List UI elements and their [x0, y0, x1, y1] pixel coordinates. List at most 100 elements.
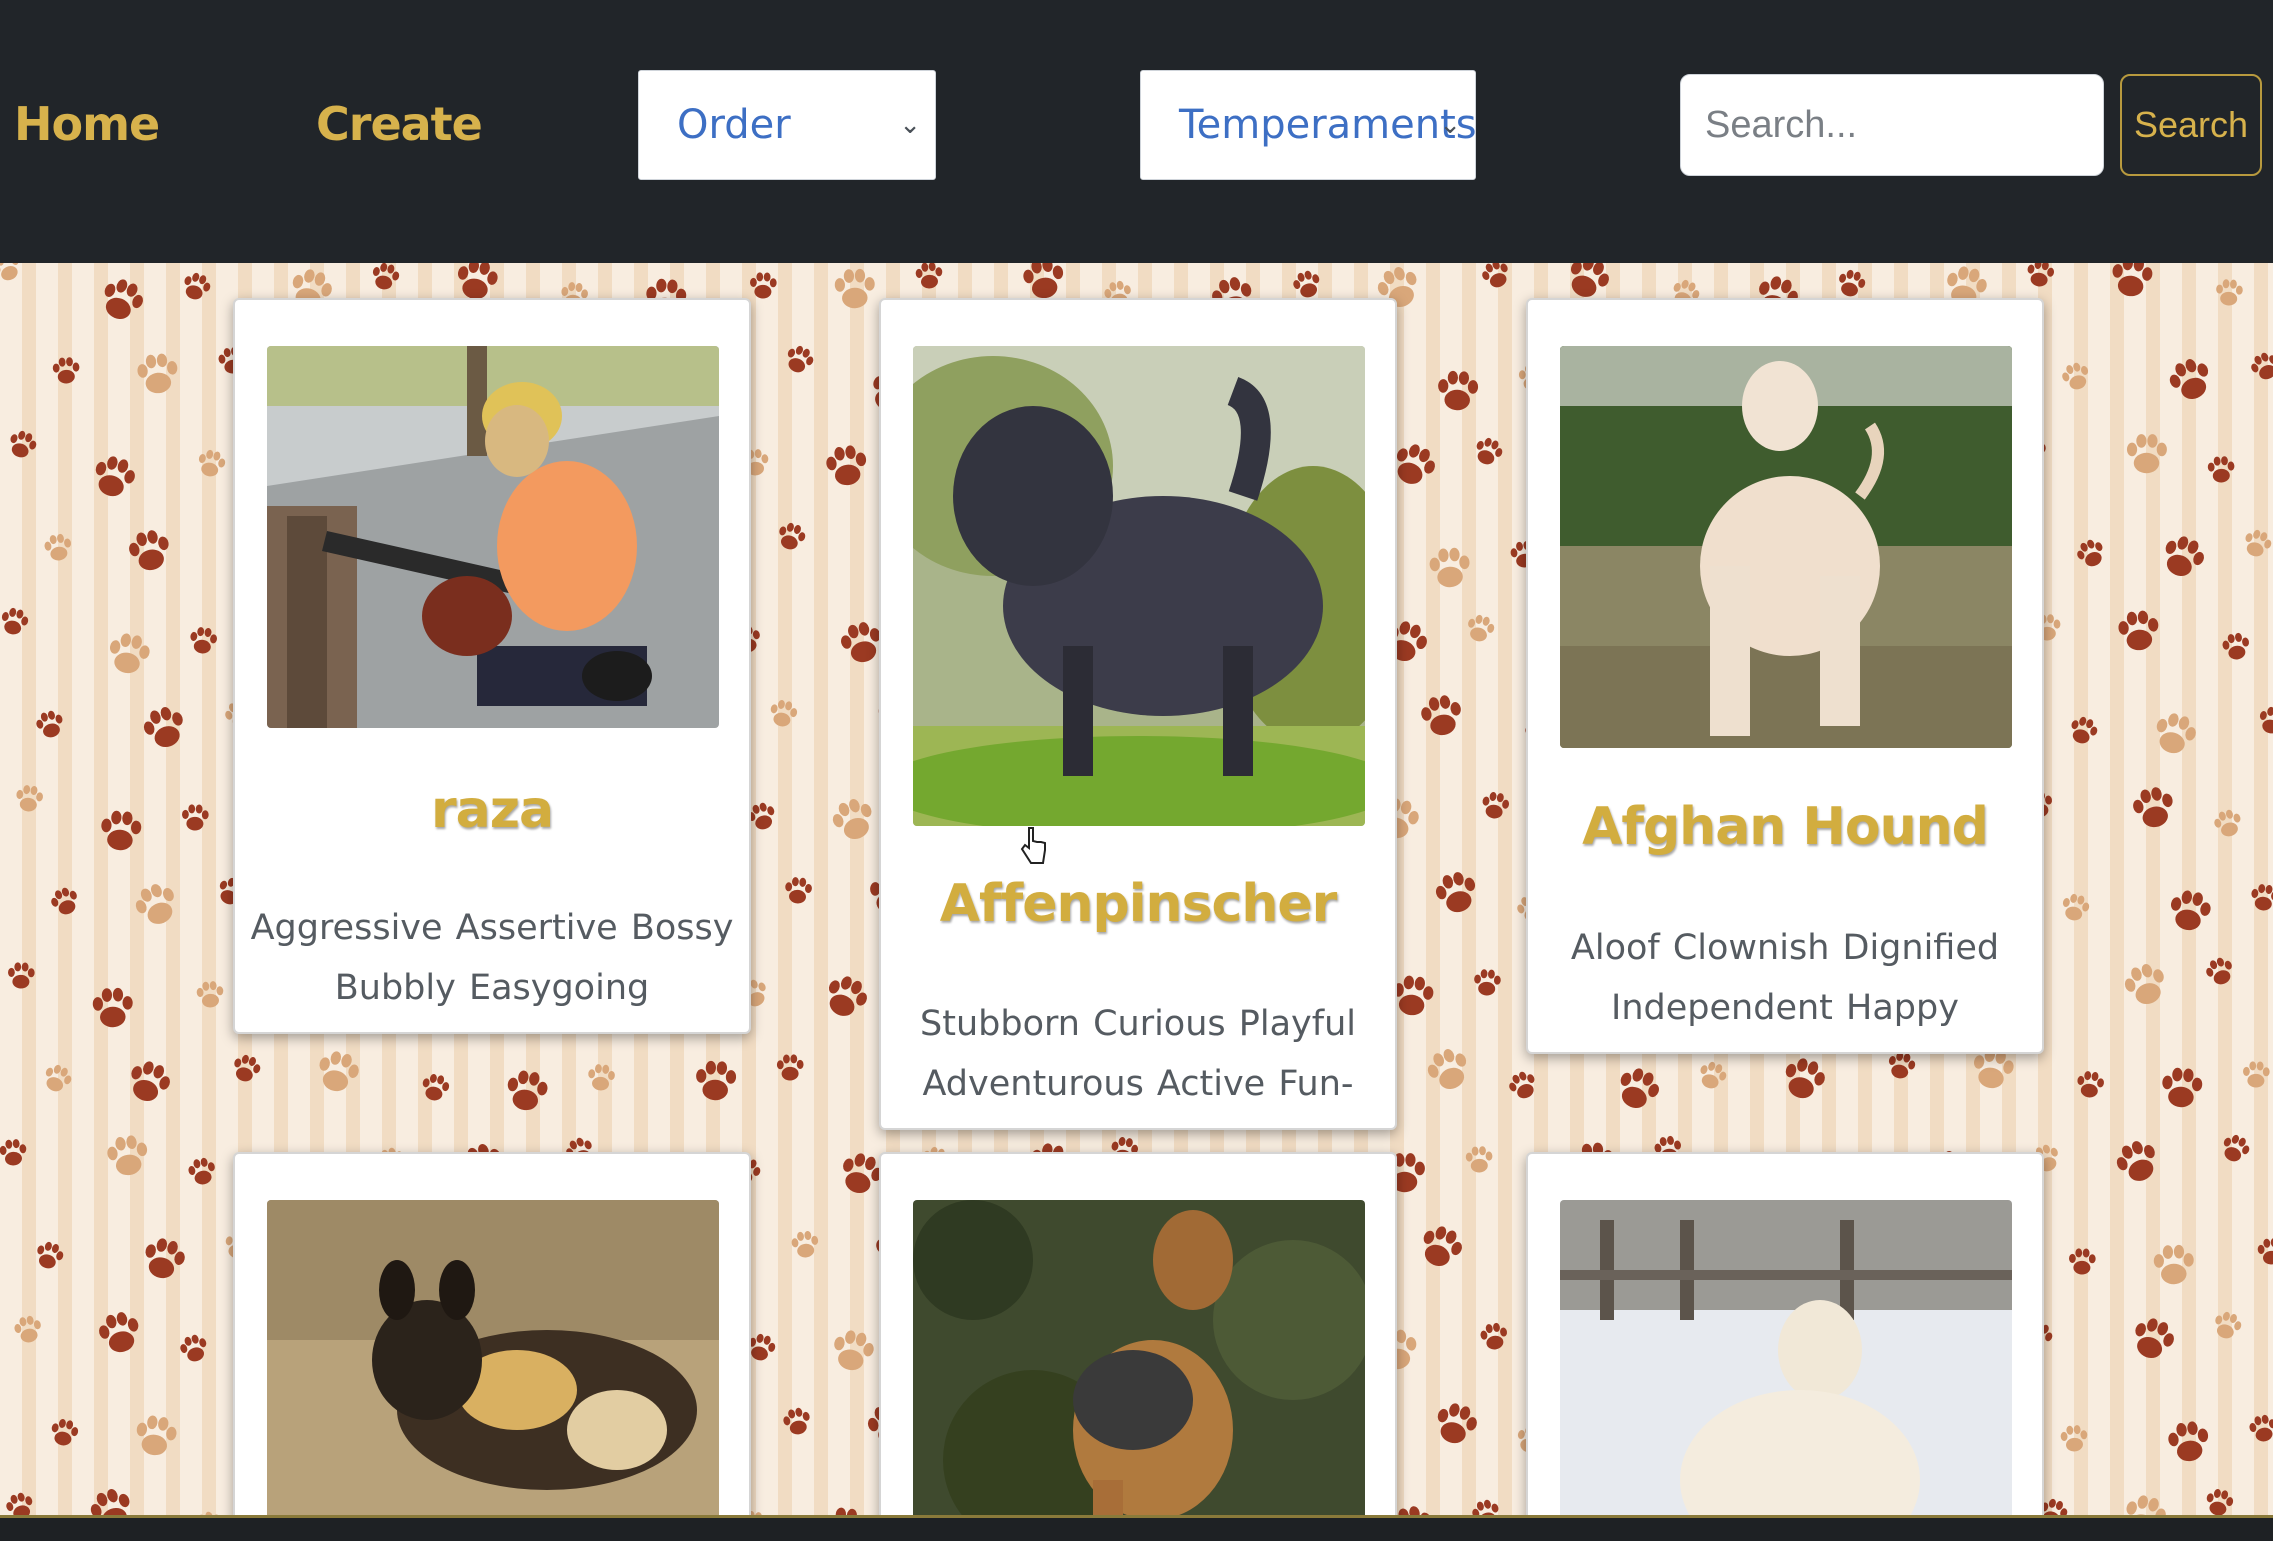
paw-print-icon	[1465, 1493, 1507, 1515]
order-select-label: Order	[677, 102, 791, 148]
dog-card[interactable]: Affenpinscher Stubborn Curious Playful A…	[879, 298, 1397, 1130]
paw-print-icon	[39, 529, 78, 568]
paw-print-icon	[1415, 1037, 1481, 1103]
paw-print-icon	[498, 1063, 556, 1121]
paw-print-icon	[2061, 709, 2104, 752]
paw-print-icon	[2235, 522, 2273, 565]
paw-print-icon	[2243, 1409, 2273, 1449]
paw-print-icon	[187, 1504, 232, 1515]
paw-print-icon	[1690, 1054, 1733, 1097]
paw-print-icon	[10, 780, 48, 818]
paw-print-icon	[2104, 1129, 2171, 1196]
paw-print-icon	[365, 263, 406, 297]
paw-print-icon	[119, 521, 179, 581]
paw-print-icon	[821, 788, 886, 853]
paw-print-icon	[2068, 531, 2113, 576]
paw-print-icon	[1461, 1142, 1497, 1178]
search-button[interactable]: Search	[2120, 74, 2262, 176]
dog-name: Affenpinscher	[939, 874, 1338, 934]
paw-print-icon	[2147, 1239, 2200, 1292]
paw-print-icon	[2199, 1483, 2239, 1515]
paw-print-icon	[2252, 701, 2273, 742]
dog-temperaments: Aggressive Assertive Bossy Bubbly Easygo…	[250, 908, 734, 1008]
temperaments-select[interactable]: Temperaments ⌄	[1140, 70, 1477, 180]
paw-print-icon	[818, 438, 876, 496]
paw-print-icon	[1425, 862, 1488, 925]
nav-create-link[interactable]: Create	[316, 97, 483, 157]
paw-print-icon	[1412, 687, 1471, 746]
temperaments-select-label: Temperaments	[1179, 102, 1477, 148]
paw-print-icon	[2055, 888, 2096, 929]
dog-image	[1560, 1200, 2012, 1541]
paw-print-icon	[415, 1068, 455, 1108]
paw-print-icon	[2211, 275, 2247, 311]
paw-print-icon	[2217, 628, 2256, 667]
paw-print-icon	[174, 265, 217, 308]
paw-print-icon	[127, 1408, 185, 1466]
dog-card[interactable]: Afghan Hound Aloof Clownish Dignified In…	[1526, 298, 2044, 1054]
order-select[interactable]: Order ⌄	[638, 70, 936, 180]
paw-print-icon	[780, 873, 817, 910]
paw-print-icon	[763, 694, 803, 734]
paw-print-icon	[184, 622, 222, 660]
paw-print-icon	[2160, 882, 2219, 941]
paw-print-icon	[307, 1042, 369, 1104]
paw-print-icon	[2149, 524, 2215, 590]
paw-print-icon	[2206, 1305, 2248, 1347]
paw-print-icon	[82, 446, 145, 509]
paw-print-icon	[2103, 263, 2159, 306]
dog-card[interactable]	[233, 1152, 751, 1541]
navbar: Home Create Order ⌄ Temperaments ⌄ Searc…	[0, 0, 2273, 263]
nav-home-link[interactable]: Home	[14, 97, 160, 157]
paw-print-icon	[2143, 703, 2206, 766]
search-input[interactable]	[1680, 74, 2104, 176]
paw-print-icon	[2239, 1058, 2273, 1093]
paw-print-icon	[2242, 344, 2273, 389]
paw-print-icon	[192, 977, 229, 1014]
paw-print-icon	[2021, 263, 2060, 293]
paw-print-icon	[43, 880, 87, 924]
paw-print-icon	[0, 263, 30, 291]
paw-print-icon	[2213, 1127, 2258, 1172]
dog-card[interactable]	[1526, 1152, 2044, 1541]
paw-print-icon	[773, 1051, 808, 1086]
paw-print-icon	[2071, 1066, 2109, 1104]
paw-print-icon	[777, 1402, 818, 1443]
paw-print-icon	[746, 269, 781, 304]
paw-print-icon	[1604, 1056, 1670, 1122]
paw-print-icon	[1422, 541, 1476, 595]
paw-print-icon	[770, 516, 812, 558]
dog-card[interactable]: raza Aggressive Assertive Bossy Bubbly E…	[233, 298, 751, 1034]
paw-print-icon	[2154, 1061, 2208, 1115]
paw-print-icon	[1466, 430, 1510, 474]
paw-print-icon	[86, 982, 139, 1035]
paw-print-icon	[116, 1050, 181, 1115]
paw-print-icon	[1424, 1393, 1487, 1456]
dog-image	[267, 346, 719, 728]
paw-print-icon	[2113, 953, 2177, 1017]
dog-image	[267, 1200, 719, 1541]
paw-print-icon	[129, 346, 185, 402]
paw-print-icon	[0, 1135, 31, 1172]
paw-print-icon	[2253, 1234, 2273, 1271]
paw-print-icon	[99, 1128, 157, 1186]
paw-print-icon	[786, 1226, 824, 1264]
paw-print-icon	[2065, 1245, 2100, 1280]
paw-print-icon	[89, 1303, 151, 1365]
paw-print-icon	[35, 1057, 80, 1102]
chevron-down-icon: ⌄	[899, 110, 921, 140]
dog-image	[913, 346, 1365, 826]
paw-print-icon	[88, 267, 154, 333]
paw-print-icon	[2114, 1486, 2176, 1515]
dog-card[interactable]	[879, 1152, 1397, 1541]
paw-print-icon	[828, 263, 881, 316]
dog-name: Afghan Hound	[1582, 797, 1989, 857]
paw-print-icon	[8, 1310, 48, 1350]
mouse-pointer-icon	[1020, 826, 1048, 866]
dog-name: raza	[430, 780, 554, 840]
chevron-down-icon: ⌄	[1439, 110, 1461, 140]
paw-print-icon	[777, 338, 822, 383]
paw-print-icon	[79, 1478, 144, 1515]
paw-print-icon	[583, 1060, 620, 1097]
dog-temperaments: Aloof Clownish Dignified Independent Hap…	[1570, 928, 2000, 1028]
